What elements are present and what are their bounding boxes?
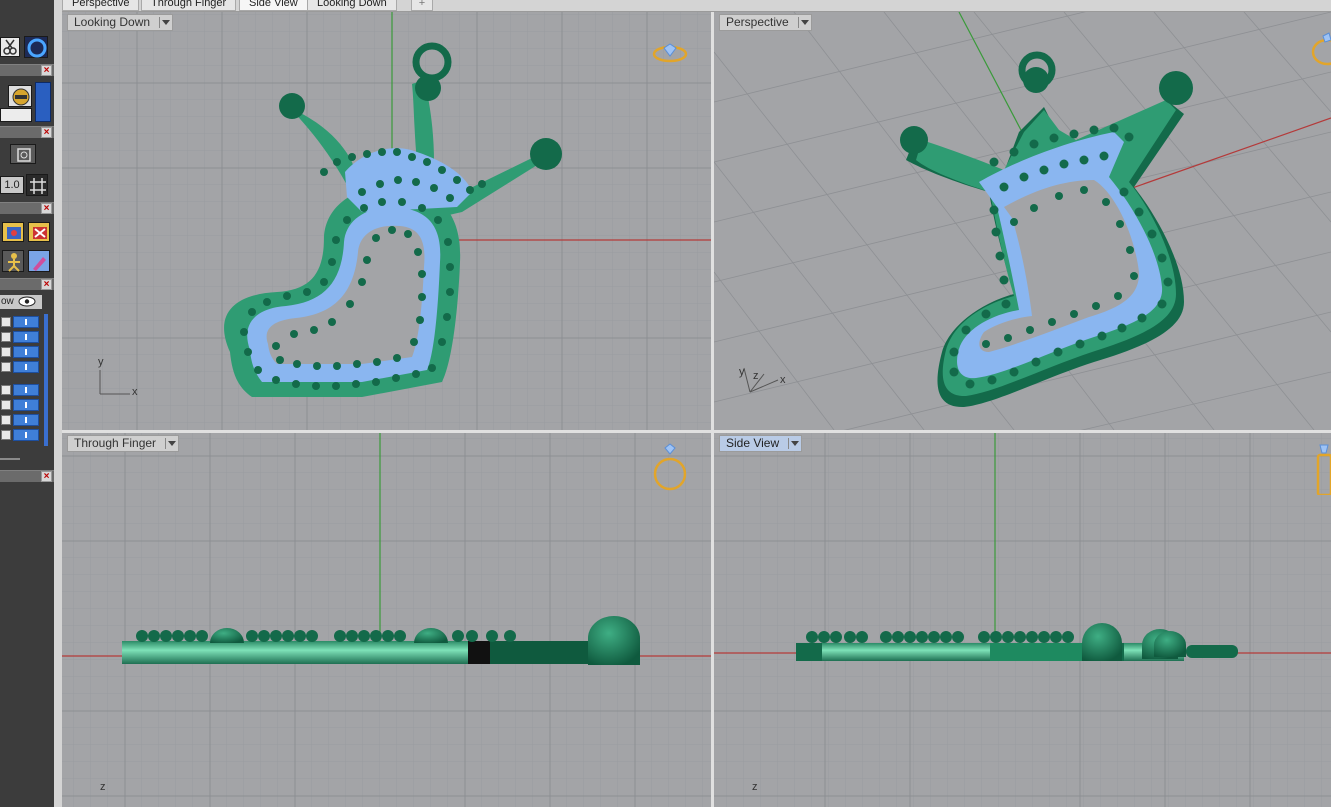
pen-icon[interactable] (28, 250, 50, 272)
layer-color-swatch[interactable] (13, 414, 39, 426)
lock-icon[interactable] (1, 347, 11, 357)
layer-row[interactable] (0, 414, 44, 426)
viewport-splitter-horizontal[interactable] (62, 430, 1331, 433)
viewport-label[interactable]: Perspective (719, 14, 812, 31)
tab-perspective[interactable]: Perspective (62, 0, 140, 11)
chevron-down-icon[interactable] (797, 17, 809, 28)
viewport-icon[interactable] (10, 144, 36, 164)
dropdown-field[interactable] (0, 108, 32, 122)
sphere-icon[interactable] (8, 85, 32, 107)
circle-icon[interactable] (24, 36, 48, 58)
pendant-model-side[interactable] (714, 433, 1331, 807)
chevron-down-icon[interactable] (788, 438, 800, 449)
layer-color-swatch[interactable] (13, 346, 39, 358)
snap-value: 1.0 (4, 179, 20, 191)
layer-panel-header: ow (0, 295, 42, 309)
layer-panel-label: ow (1, 296, 14, 307)
tab-label: Through Finger (151, 0, 227, 9)
selection-indicator[interactable] (35, 82, 51, 122)
lock-icon[interactable] (1, 362, 11, 372)
viewport-label[interactable]: Side View (719, 435, 803, 452)
snap-value-field[interactable]: 1.0 (0, 176, 24, 194)
layer-row[interactable] (0, 399, 44, 411)
viewport-label-text: Through Finger (74, 436, 157, 450)
axis-label-y: y (98, 356, 104, 368)
tab-label: Perspective (72, 0, 130, 9)
plus-icon[interactable]: + (411, 0, 433, 11)
viewport-label-text: Side View (726, 436, 780, 450)
tab-looking-down[interactable]: Looking Down (307, 0, 397, 11)
rhino-app-window: × × 1.0 × × ow × Perspective Through Fin… (0, 0, 1331, 807)
tab-through-finger[interactable]: Through Finger (141, 0, 237, 11)
close-icon[interactable]: × (41, 127, 52, 138)
viewport-through-finger[interactable]: Through Finger z (62, 433, 711, 807)
axis-label-x: x (132, 386, 138, 398)
axis-gizmo (99, 370, 130, 395)
render-icon[interactable] (2, 222, 24, 242)
axis-label-z: z (100, 781, 106, 793)
layer-color-swatch[interactable] (13, 331, 39, 343)
left-toolbar: × × 1.0 × × ow × (0, 0, 54, 807)
lock-icon[interactable] (1, 430, 11, 440)
figure-icon[interactable] (2, 250, 24, 272)
pendant-model-perspective[interactable] (714, 12, 1331, 430)
lock-icon[interactable] (1, 317, 11, 327)
lock-icon[interactable] (1, 385, 11, 395)
layer-row[interactable] (0, 316, 44, 328)
layer-row[interactable] (0, 361, 44, 373)
toolbar-panel-header: × (0, 278, 54, 290)
viewport-perspective[interactable]: Perspective y z x (714, 12, 1331, 430)
viewport-label-text: Looking Down (74, 15, 151, 29)
viewport-splitter-vertical[interactable] (711, 12, 714, 807)
chevron-down-icon[interactable] (159, 17, 171, 28)
viewport-looking-down[interactable]: Looking Down y x (62, 12, 711, 430)
layer-scrollbar[interactable] (44, 314, 48, 446)
close-icon[interactable]: × (41, 279, 52, 290)
layer-color-swatch[interactable] (13, 399, 39, 411)
tab-side-view[interactable]: Side View (239, 0, 308, 11)
lock-icon[interactable] (1, 400, 11, 410)
layer-row[interactable] (0, 429, 44, 441)
toolbar-panel-header: × (0, 470, 54, 482)
eye-icon[interactable] (18, 296, 36, 307)
viewport-label-text: Perspective (726, 15, 789, 29)
toolbar-panel-header: × (0, 202, 54, 214)
pendant-model-top[interactable] (62, 12, 711, 430)
toolbar-panel-header: × (0, 64, 54, 76)
lock-icon[interactable] (1, 332, 11, 342)
close-icon[interactable]: × (41, 203, 52, 214)
axis-label-x: x (780, 374, 786, 386)
toolbar-gutter (54, 0, 62, 807)
axis-label-z: z (753, 370, 759, 382)
layer-row[interactable] (0, 346, 44, 358)
layer-row[interactable] (0, 384, 44, 396)
axis-label-y: y (739, 366, 745, 378)
close-icon[interactable]: × (41, 471, 52, 482)
axis-label-z: z (752, 781, 758, 793)
layer-color-swatch[interactable] (13, 384, 39, 396)
viewport-tab-bar: Perspective Through Finger Side View Loo… (62, 0, 1331, 12)
tab-label: Looking Down (317, 0, 387, 9)
layer-color-swatch[interactable] (13, 316, 39, 328)
chevron-down-icon[interactable] (165, 438, 177, 449)
pendant-model-front[interactable] (62, 433, 711, 807)
divider (0, 458, 20, 460)
toolbar-panel-header: × (0, 126, 54, 138)
scissors-icon[interactable] (0, 37, 20, 57)
render-cancel-icon[interactable] (28, 222, 50, 242)
viewport-side-view[interactable]: Side View z (714, 433, 1331, 807)
close-icon[interactable]: × (41, 65, 52, 76)
viewport-label[interactable]: Through Finger (67, 435, 180, 452)
viewport-label[interactable]: Looking Down (67, 14, 174, 31)
grid-snap-icon[interactable] (26, 174, 48, 196)
layer-color-swatch[interactable] (13, 429, 39, 441)
layer-row[interactable] (0, 331, 44, 343)
layer-color-swatch[interactable] (13, 361, 39, 373)
tab-label: Side View (249, 0, 298, 9)
axis-gizmo (743, 367, 779, 393)
lock-icon[interactable] (1, 415, 11, 425)
